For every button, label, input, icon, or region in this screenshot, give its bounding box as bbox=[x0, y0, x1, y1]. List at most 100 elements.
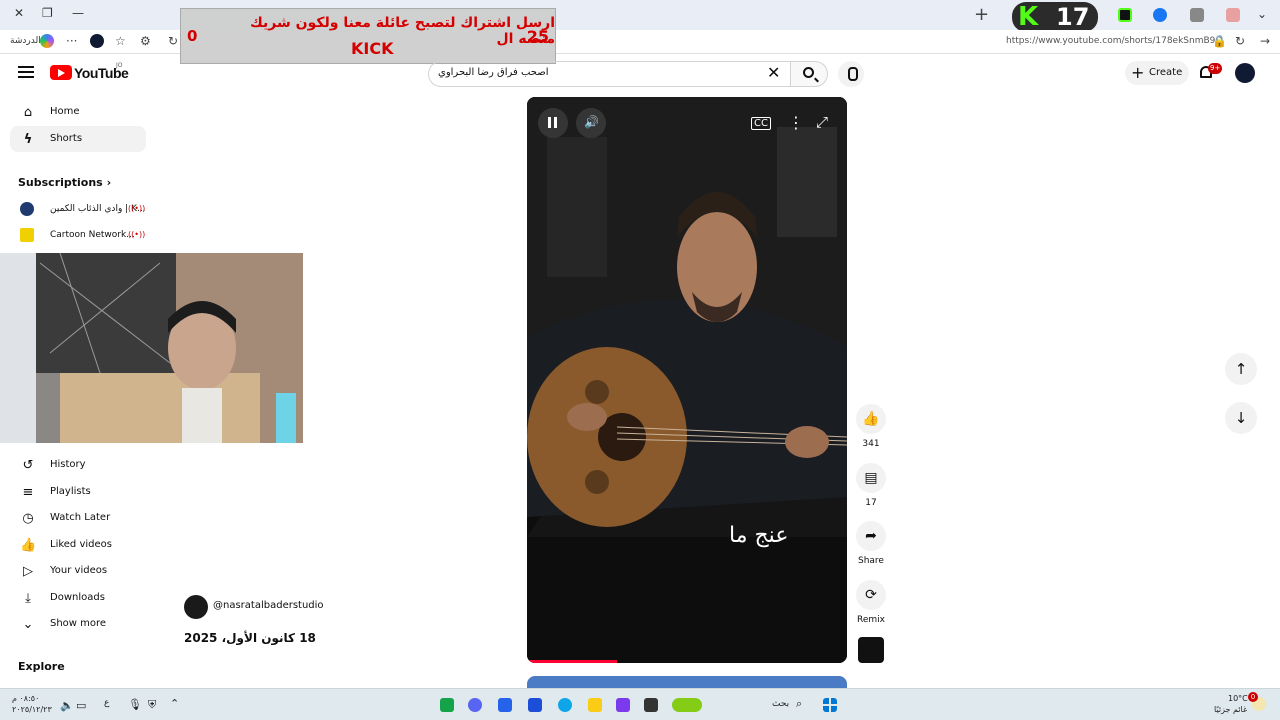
sidebar-item-playlists[interactable]: ≡ Playlists bbox=[10, 479, 146, 505]
audio-thumbnail[interactable] bbox=[858, 637, 884, 663]
captions-icon[interactable]: CC bbox=[751, 117, 771, 130]
tab-list-chevron-icon[interactable]: ⌄ bbox=[1257, 7, 1267, 21]
sidebar-item-your-videos[interactable]: ▷ Your videos bbox=[10, 558, 146, 584]
video-progress-bar[interactable] bbox=[527, 660, 617, 663]
profile-icon[interactable] bbox=[90, 34, 104, 48]
country-code: JO bbox=[116, 62, 123, 69]
taskbar-search-box[interactable]: بحث bbox=[772, 699, 789, 709]
share-button[interactable]: ➦ bbox=[856, 521, 886, 551]
account-avatar[interactable] bbox=[1235, 63, 1255, 83]
search-highlight-icon[interactable] bbox=[672, 698, 702, 712]
volume-button[interactable]: 🔊 bbox=[576, 108, 606, 138]
kick-viewer-count: 17 bbox=[1056, 3, 1090, 31]
subscriptions-heading[interactable]: Subscriptions › bbox=[18, 176, 111, 189]
sidebar-item-home[interactable]: ⌂ Home bbox=[10, 99, 146, 125]
channel-name[interactable]: @nasratalbaderstudio bbox=[213, 600, 324, 611]
minimize-window-icon[interactable]: — bbox=[72, 6, 84, 20]
copilot-icon[interactable] bbox=[40, 34, 54, 48]
create-button[interactable]: + Create bbox=[1125, 61, 1189, 85]
sidebar-item-label: Downloads bbox=[50, 592, 105, 603]
subscriptions-title: Subscriptions bbox=[18, 176, 103, 189]
remix-label: Remix bbox=[857, 615, 885, 625]
new-tab-icon[interactable]: + bbox=[974, 4, 989, 25]
taskbar-app-icon[interactable] bbox=[498, 698, 512, 712]
sidebar-item-show-more[interactable]: ⌄ Show more bbox=[10, 611, 146, 637]
security-icon[interactable]: ⛨ bbox=[148, 698, 156, 712]
arrow-up-icon: ↑ bbox=[1234, 360, 1248, 378]
site-info-icon[interactable]: 🔒 bbox=[1212, 34, 1227, 48]
sidebar-item-shorts[interactable]: ϟ Shorts bbox=[10, 126, 146, 152]
like-button[interactable]: 👍 bbox=[856, 404, 886, 434]
stream-overlay-banner: ارسل اشتراك لتصبح عائلة معنا ولكون شريك … bbox=[180, 8, 556, 64]
previous-short-button[interactable]: ↑ bbox=[1225, 353, 1257, 385]
file-explorer-icon[interactable] bbox=[588, 698, 602, 712]
youtube-logo-icon[interactable] bbox=[50, 65, 72, 80]
hamburger-menu-icon[interactable] bbox=[18, 66, 34, 81]
facebook-tab-icon[interactable] bbox=[1153, 8, 1167, 22]
search-icon[interactable]: ⌕ bbox=[796, 697, 802, 711]
voice-search-mic-icon[interactable] bbox=[838, 61, 864, 87]
next-short-button[interactable]: ↓ bbox=[1225, 402, 1257, 434]
overlay-count-left: 0 bbox=[187, 27, 198, 45]
clock-date[interactable]: ٢٠٢٥/١٢/٢٣ bbox=[12, 705, 52, 714]
chevron-right-icon: › bbox=[106, 176, 112, 189]
language-indicator[interactable]: ع bbox=[104, 698, 109, 708]
sidebar-item-label: Playlists bbox=[50, 486, 91, 497]
search-button[interactable] bbox=[790, 61, 828, 87]
volume-icon[interactable]: 🔈 bbox=[60, 699, 74, 712]
close-window-icon[interactable]: ✕ bbox=[14, 6, 24, 20]
taskbar-app-icon[interactable] bbox=[644, 698, 658, 712]
sidebar-item-label: Your videos bbox=[50, 565, 108, 576]
notification-count-badge: 9+ bbox=[1208, 63, 1223, 74]
tab-icon[interactable] bbox=[1226, 8, 1240, 22]
shorts-icon: ϟ bbox=[23, 132, 33, 147]
edge-icon[interactable] bbox=[558, 698, 572, 712]
favorites-icon[interactable]: ☆ bbox=[115, 34, 126, 48]
search-query[interactable]: اصحب فراق رضا البحراوي bbox=[438, 67, 549, 78]
remix-button[interactable]: ⟳ bbox=[856, 580, 886, 610]
sidebar-item-history[interactable]: ↺ History bbox=[10, 452, 146, 478]
taskbar-app-icon[interactable] bbox=[528, 698, 542, 712]
comments-button[interactable]: ▤ bbox=[856, 463, 886, 493]
kick-viewer-badge: K 17 bbox=[1012, 2, 1098, 32]
restore-window-icon[interactable]: ❐ bbox=[42, 6, 53, 20]
live-icon: ((•)) bbox=[128, 230, 146, 239]
short-video-player[interactable]: 🔊 CC ⋮ ⤢ عنج ما bbox=[527, 97, 847, 663]
notification-badge: 0 bbox=[1248, 692, 1258, 702]
clock-time[interactable]: ٠٨:٥٠ م bbox=[12, 694, 39, 703]
tiktok-tab-icon[interactable] bbox=[1190, 8, 1204, 22]
channel-avatar[interactable] bbox=[184, 595, 208, 619]
more-options-icon[interactable]: ··· bbox=[66, 34, 77, 48]
comment-icon: ▤ bbox=[864, 470, 878, 486]
weather-description[interactable]: غائم جزئيًا bbox=[1214, 705, 1247, 714]
start-button-icon[interactable] bbox=[823, 698, 837, 712]
clear-search-icon[interactable]: ✕ bbox=[767, 63, 780, 82]
forward-icon[interactable]: → bbox=[1260, 34, 1270, 48]
discord-icon[interactable] bbox=[468, 698, 482, 712]
sidebar-item-downloads[interactable]: ⤓ Downloads bbox=[10, 585, 146, 611]
taskbar-app-icon[interactable] bbox=[616, 698, 630, 712]
extensions-icon[interactable]: ⚙ bbox=[140, 34, 151, 48]
sidebar-item-label: Watch Later bbox=[50, 512, 111, 523]
remix-icon: ⟳ bbox=[865, 587, 877, 603]
mic-icon[interactable]: 🎙 bbox=[128, 698, 142, 711]
network-icon[interactable]: ▭ bbox=[76, 699, 86, 712]
short-date: 18 كانون الأول، 2025 bbox=[184, 631, 316, 645]
tray-chevron-icon[interactable]: ⌃ bbox=[170, 697, 179, 710]
taskbar-app-icon[interactable] bbox=[440, 698, 454, 712]
subscription-item[interactable]: Cartoon Network... bbox=[50, 230, 135, 240]
pause-icon-bar bbox=[554, 117, 557, 128]
chat-label[interactable]: الدردشة bbox=[10, 36, 41, 46]
sidebar-item-label: Shorts bbox=[50, 133, 83, 144]
reload-icon[interactable]: ↻ bbox=[1235, 34, 1245, 48]
fullscreen-icon[interactable]: ⤢ bbox=[816, 113, 828, 131]
weather-temp[interactable]: 10°C bbox=[1228, 694, 1248, 703]
more-options-icon[interactable]: ⋮ bbox=[788, 113, 804, 132]
sidebar-item-watch-later[interactable]: ◷ Watch Later bbox=[10, 505, 146, 531]
refresh-icon[interactable]: ↻ bbox=[168, 34, 178, 48]
sidebar-item-liked-videos[interactable]: 👍 Liked videos bbox=[10, 532, 146, 558]
sidebar-item-label: Show more bbox=[50, 618, 107, 629]
url-text[interactable]: https://www.youtube.com/shorts/178ekSnmB… bbox=[1006, 36, 1222, 46]
kick-tab-icon[interactable] bbox=[1118, 8, 1132, 22]
pause-button[interactable] bbox=[538, 108, 568, 138]
